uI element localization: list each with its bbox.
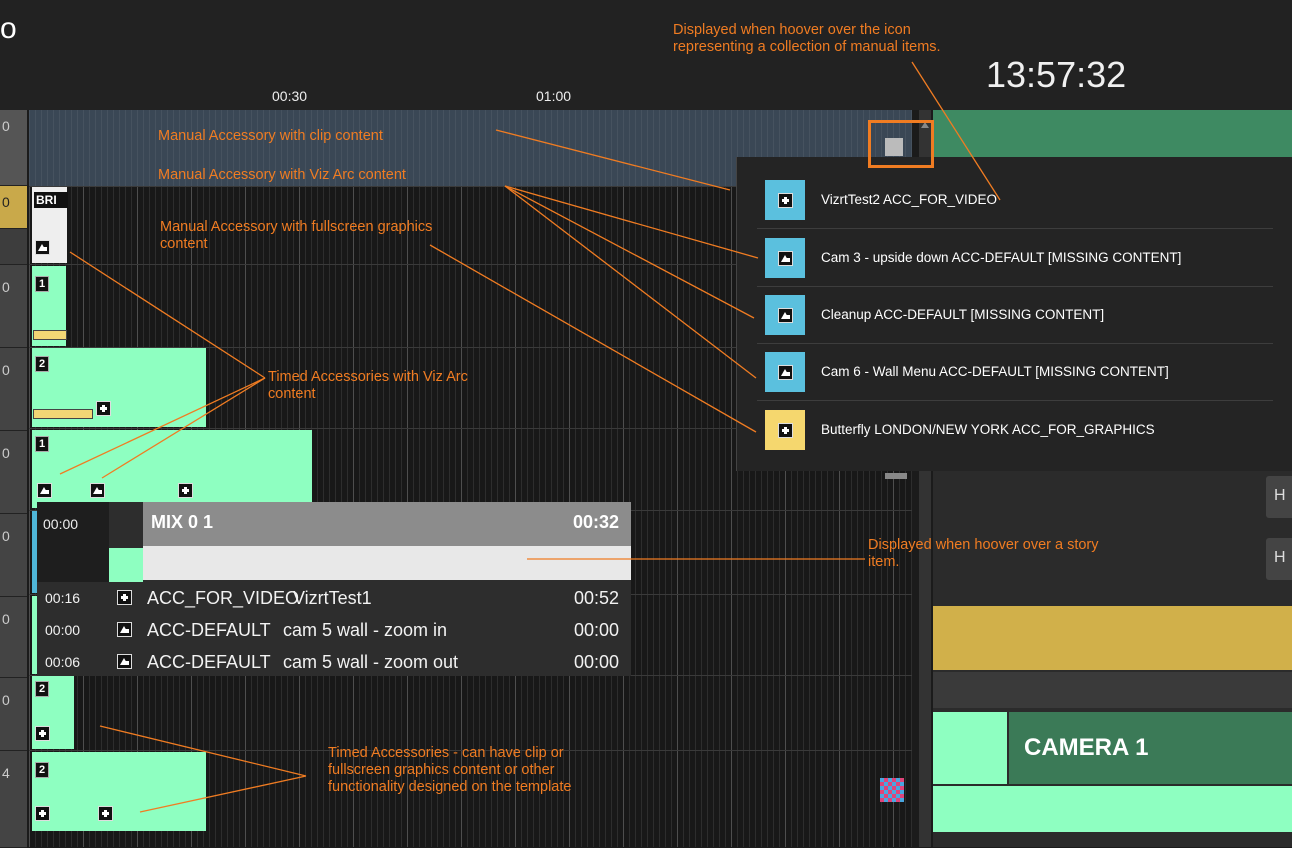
annotation-timed-general: Timed Accessories - can have clip or ful… [328,745,572,795]
annotation-timed-viz: Timed Accessories with Viz Arc content [268,369,468,402]
annotation-manual-viz: Manual Accessory with Viz Arc content [158,167,406,183]
annotation-story-note: Displayed when hoover over a story item. [868,537,1099,570]
annotation-popup-note: Displayed when hoover over the icon repr… [673,22,941,55]
annotation-manual-fullscreen: Manual Accessory with fullscreen graphic… [160,219,433,252]
annotation-manual-clip: Manual Accessory with clip content [158,128,383,144]
